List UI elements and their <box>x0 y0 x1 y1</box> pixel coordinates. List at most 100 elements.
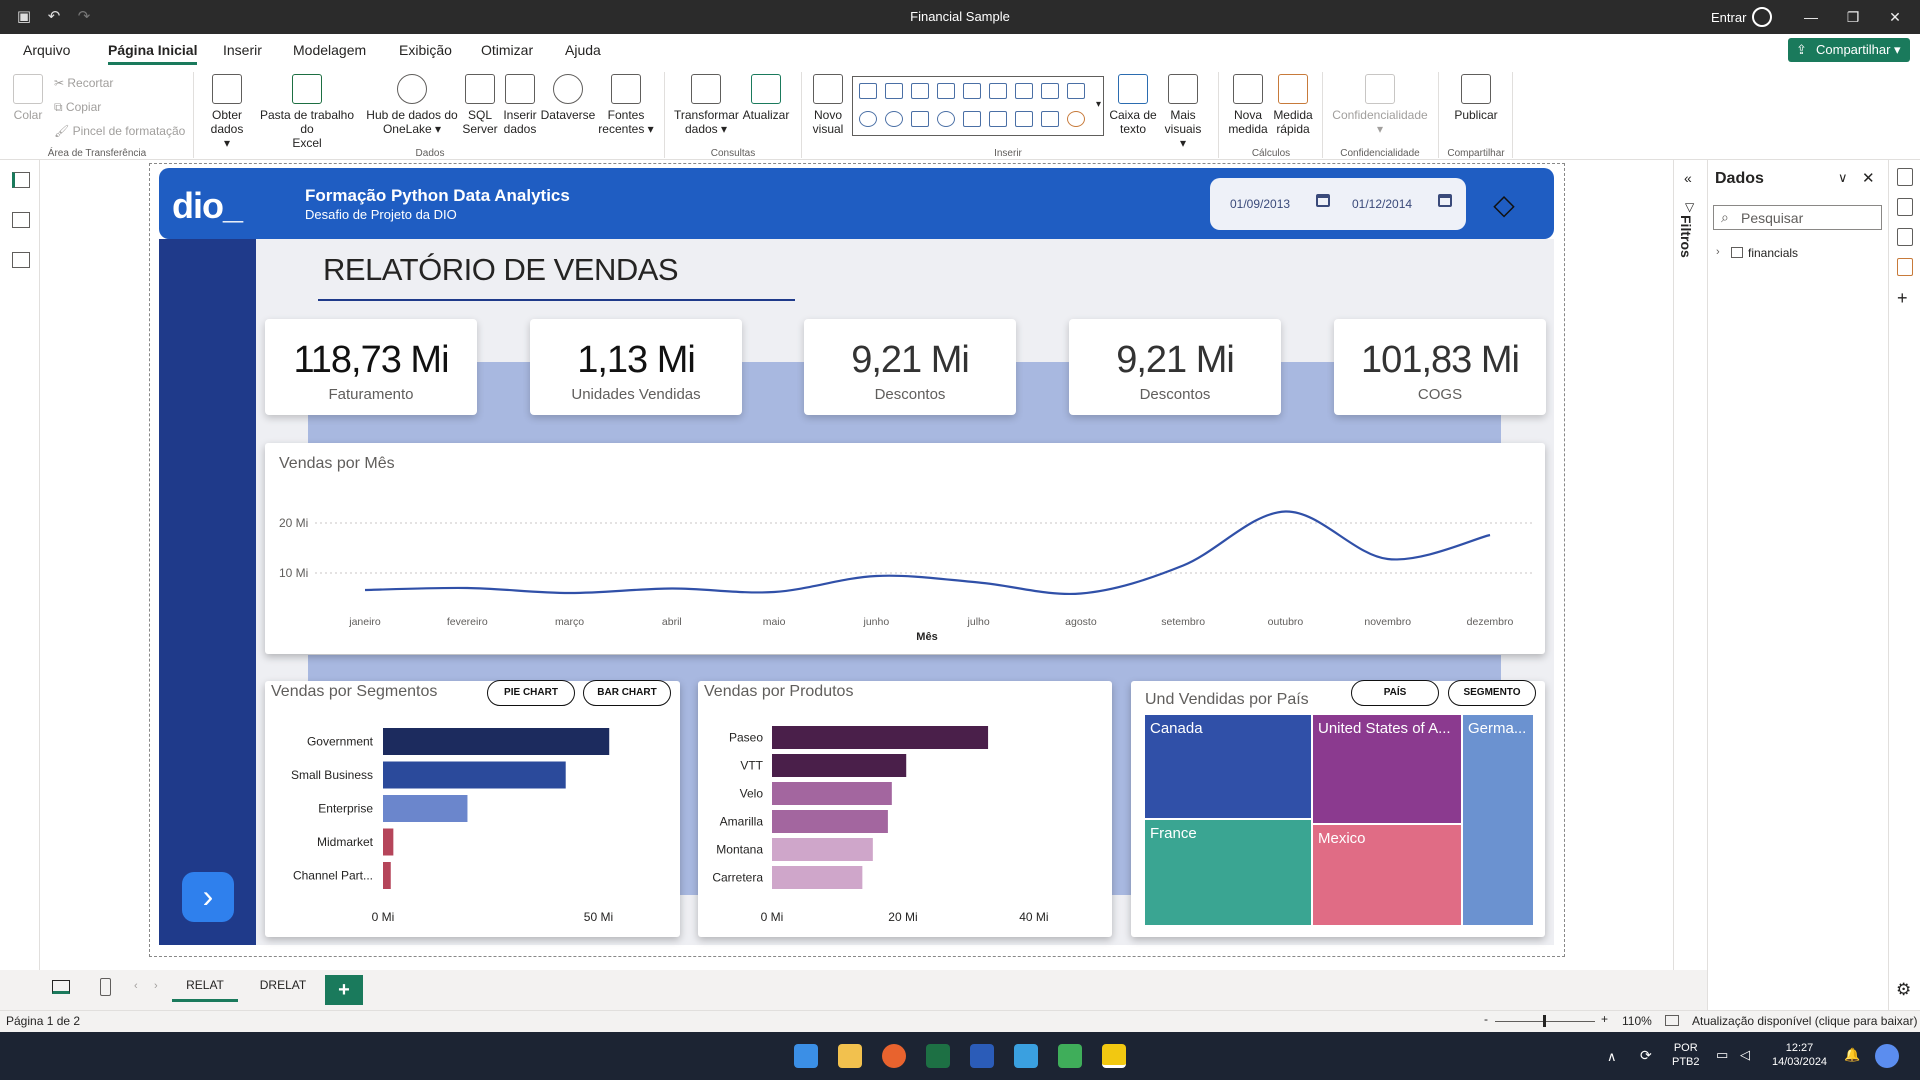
publish-button[interactable]: Publicar <box>1446 74 1506 122</box>
recent-sources-button[interactable]: Fontes recentes ▾ <box>598 74 654 136</box>
format-pane-icon[interactable] <box>1897 198 1913 216</box>
word-taskbar-icon[interactable] <box>970 1044 994 1068</box>
refresh-button[interactable]: Atualizar <box>740 74 792 122</box>
clock[interactable]: 12:27 14/03/2024 <box>1772 1041 1827 1069</box>
volume-icon[interactable]: ◁ <box>1740 1048 1750 1062</box>
media-app-icon[interactable] <box>1058 1044 1082 1068</box>
tab-drelat[interactable]: DRELAT <box>250 978 316 992</box>
gallery-expand-icon[interactable]: ▾ <box>1096 99 1101 110</box>
date-end-input[interactable]: 01/12/2014 <box>1352 197 1412 211</box>
pie-chart-icon[interactable] <box>859 111 877 127</box>
tray-chevron-icon[interactable]: ∧ <box>1607 1050 1617 1064</box>
menu-otimizar[interactable]: Otimizar <box>481 42 533 58</box>
multirow-card-icon[interactable] <box>1015 111 1033 127</box>
bookmark-icon[interactable] <box>1897 228 1913 246</box>
waterfall-icon[interactable] <box>1067 83 1085 99</box>
menu-pagina-inicial[interactable]: Página Inicial <box>108 42 198 65</box>
mobile-layout-icon[interactable] <box>100 978 111 996</box>
format-painter-button[interactable]: 🖌 Pincel de formatação <box>54 124 185 138</box>
quick-measure-button[interactable]: Medida rápida <box>1270 74 1316 136</box>
zoom-out-icon[interactable]: - <box>1484 1012 1488 1026</box>
close-icon[interactable]: ✕ <box>1884 6 1906 28</box>
data-pane-icon[interactable] <box>1897 168 1913 186</box>
get-data-button[interactable]: Obter dados ▾ <box>206 74 248 150</box>
filters-label[interactable]: Filtros <box>1678 215 1694 258</box>
treemap-tile[interactable]: Canada <box>1145 715 1311 818</box>
settings-icon[interactable]: ⚙ <box>1896 980 1911 1000</box>
menu-exibicao[interactable]: Exibição <box>399 42 452 58</box>
area-chart-icon[interactable] <box>1015 83 1033 99</box>
tab-relat[interactable]: RELAT <box>172 978 238 1002</box>
data-search-input[interactable]: ⌕ Pesquisar <box>1713 205 1882 230</box>
treemap-tile[interactable]: Germa... <box>1463 715 1533 925</box>
report-view-icon[interactable] <box>12 172 30 188</box>
treemap-tile[interactable]: United States of A... <box>1313 715 1461 823</box>
gauge-icon[interactable] <box>963 111 981 127</box>
date-start-input[interactable]: 01/09/2013 <box>1230 197 1290 211</box>
segment-button[interactable]: SEGMENTO <box>1448 680 1536 706</box>
visual-gallery[interactable]: ▾ <box>852 76 1104 136</box>
column-icon[interactable] <box>885 83 903 99</box>
line-chart-icon[interactable] <box>989 83 1007 99</box>
signin-link[interactable]: Entrar <box>1711 10 1746 25</box>
donut-chart-icon[interactable] <box>885 111 903 127</box>
stacked-column-icon[interactable] <box>963 83 981 99</box>
cut-button[interactable]: ✂ Recortar <box>54 76 113 90</box>
textbox-button[interactable]: Caixa de texto <box>1108 74 1158 136</box>
treemap-tile[interactable]: France <box>1145 820 1311 925</box>
menu-inserir[interactable]: Inserir <box>223 42 262 58</box>
network-icon[interactable]: ▭ <box>1716 1048 1728 1062</box>
collapse-pane-icon[interactable]: ∨ <box>1838 170 1848 186</box>
refresh-tray-icon[interactable]: ⟳ <box>1640 1048 1652 1062</box>
expand-table-icon[interactable]: › <box>1716 246 1720 258</box>
zoom-handle[interactable] <box>1543 1015 1546 1027</box>
zoom-in-icon[interactable]: + <box>1601 1012 1608 1026</box>
treemap-icon[interactable] <box>911 111 929 127</box>
expand-filters-icon[interactable]: « <box>1684 170 1692 186</box>
copilot-icon[interactable] <box>1875 1044 1899 1068</box>
windows-start-icon[interactable] <box>794 1044 818 1068</box>
sales-by-month-visual[interactable]: Vendas por Mês 10 Mi 20 Mi janeiro fevereir… <box>265 443 1545 654</box>
notification-icon[interactable]: 🔔 <box>1844 1048 1860 1062</box>
country-button[interactable]: PAÍS <box>1351 680 1439 706</box>
sales-by-product-visual[interactable]: Vendas por Produtos Paseo VTT Velo Amarilla… <box>698 681 1112 937</box>
eraser-icon[interactable]: ◇ <box>1487 188 1521 222</box>
notepad-icon[interactable] <box>1014 1044 1038 1068</box>
powerbi-taskbar-icon[interactable] <box>1102 1044 1126 1068</box>
sensitivity-button[interactable]: Confidencialidade ▾ <box>1330 74 1430 136</box>
onelake-hub-button[interactable]: Hub de dados do OneLake ▾ <box>364 74 460 136</box>
bar-chart-button[interactable]: BAR CHART <box>583 680 671 706</box>
table-financials[interactable]: financials <box>1748 246 1798 260</box>
calendar-start-icon[interactable] <box>1316 194 1330 207</box>
card-icon[interactable] <box>989 111 1007 127</box>
map-icon[interactable] <box>937 111 955 127</box>
enter-data-button[interactable]: Inserir dados <box>500 74 540 136</box>
pie-chart-button[interactable]: PIE CHART <box>487 680 575 706</box>
firefox-icon[interactable] <box>882 1044 906 1068</box>
next-tab-icon[interactable]: › <box>154 980 158 992</box>
language-indicator[interactable]: POR PTB2 <box>1672 1041 1700 1069</box>
selection-pane-icon[interactable] <box>1897 258 1913 276</box>
account-icon[interactable] <box>1752 7 1772 27</box>
clustered-bar-icon[interactable] <box>911 83 929 99</box>
add-page-button[interactable]: + <box>325 975 363 1005</box>
more-visuals-button[interactable]: Mais visuais ▾ <box>1160 74 1206 150</box>
add-pane-icon[interactable]: + <box>1897 288 1908 309</box>
paste-button[interactable]: Colar <box>12 74 44 122</box>
new-visual-button[interactable]: Novo visual <box>808 74 848 136</box>
restore-icon[interactable]: ❐ <box>1842 6 1864 28</box>
excel-workbook-button[interactable]: Pasta de trabalho do Excel <box>252 74 362 150</box>
model-view-icon[interactable] <box>12 252 30 268</box>
menu-arquivo[interactable]: Arquivo <box>23 42 70 58</box>
clustered-column-icon[interactable] <box>937 83 955 99</box>
update-notice[interactable]: Atualização disponível (clique para baix… <box>1692 1014 1917 1028</box>
filters-pane-collapsed[interactable]: « ▽ <box>1673 160 1707 970</box>
menu-ajuda[interactable]: Ajuda <box>565 42 601 58</box>
sql-server-button[interactable]: SQL Server <box>462 74 498 136</box>
desktop-layout-icon[interactable] <box>52 980 70 994</box>
sales-by-segment-visual[interactable]: Vendas por Segmentos Government Small Bus… <box>265 681 680 937</box>
new-measure-button[interactable]: Nova medida <box>1226 74 1270 136</box>
table-view-icon[interactable] <box>12 212 30 228</box>
copy-button[interactable]: ⧉ Copiar <box>54 100 101 115</box>
minimize-icon[interactable]: — <box>1800 6 1822 28</box>
